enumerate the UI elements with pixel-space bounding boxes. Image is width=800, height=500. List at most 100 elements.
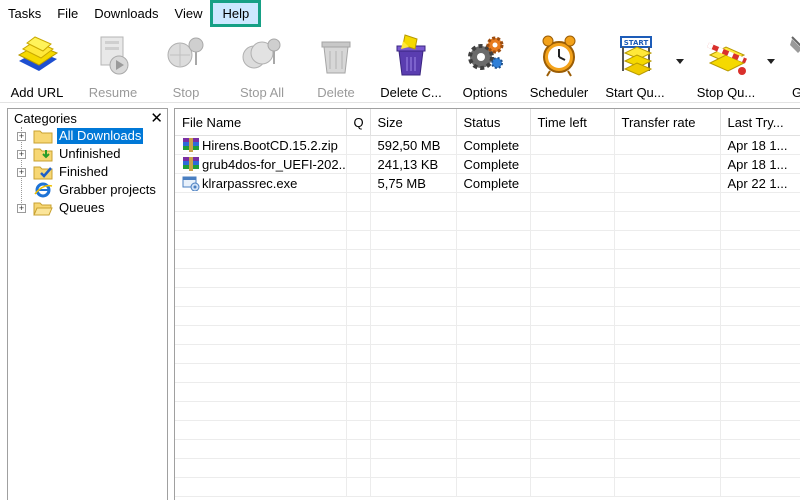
empty-row: [175, 363, 800, 383]
empty-cell: [346, 230, 371, 250]
empty-cell: [614, 420, 721, 440]
options-button[interactable]: Options: [455, 27, 515, 102]
table-row[interactable]: Hirens.BootCD.15.2.zip 592,50 MB Complet…: [175, 135, 800, 155]
empty-cell: [720, 363, 800, 383]
stop-button[interactable]: Stop: [157, 27, 215, 102]
tree-item-queues[interactable]: + Queues: [8, 199, 167, 217]
tree-item-unfinished[interactable]: + Unfinished: [8, 145, 167, 163]
grabber-button[interactable]: G: [782, 27, 800, 102]
stop-queue-dropdown-arrow[interactable]: [767, 59, 775, 64]
empty-cell: [530, 268, 615, 288]
status-cell: Complete: [456, 154, 531, 174]
folder-check-icon: [33, 166, 53, 180]
empty-cell: [346, 439, 371, 459]
empty-cell: [370, 477, 457, 497]
time-left-cell: [530, 173, 615, 193]
tree-item-finished[interactable]: + Finished: [8, 163, 167, 181]
add-url-button[interactable]: Add URL: [6, 27, 68, 102]
last-try-cell: Apr 18 1...: [720, 154, 800, 174]
menu-file[interactable]: File: [49, 0, 86, 27]
table-header-row: File Name Q Size Status Time left Transf…: [175, 109, 800, 136]
stop-queue-button[interactable]: Stop Qu...: [692, 27, 760, 102]
empty-cell: [346, 306, 371, 326]
empty-cell: [175, 477, 347, 497]
empty-cell: [370, 382, 457, 402]
empty-cell: [456, 306, 531, 326]
size-cell: 592,50 MB: [370, 135, 457, 155]
resume-button[interactable]: Resume: [85, 27, 141, 102]
delete-button[interactable]: Delete: [310, 27, 362, 102]
close-icon[interactable]: ✕: [150, 111, 163, 126]
size-cell: 5,75 MB: [370, 173, 457, 193]
stop-all-label: Stop All: [239, 85, 285, 100]
menu-view[interactable]: View: [167, 0, 211, 27]
tree-item-all-downloads[interactable]: + All Downloads: [8, 127, 167, 145]
table-row[interactable]: grub4dos-for_UEFI-202... 241,13 KB Compl…: [175, 154, 800, 174]
empty-cell: [720, 211, 800, 231]
empty-cell: [175, 344, 347, 364]
empty-cell: [346, 268, 371, 288]
empty-cell: [346, 344, 371, 364]
status-cell: Complete: [456, 173, 531, 193]
empty-cell: [720, 401, 800, 421]
last-try-cell: Apr 22 1...: [720, 173, 800, 193]
empty-cell: [370, 401, 457, 421]
menu-help[interactable]: Help: [210, 0, 262, 27]
menu-tasks[interactable]: Tasks: [0, 0, 49, 27]
empty-cell: [720, 477, 800, 497]
empty-cell: [370, 249, 457, 269]
empty-cell: [175, 211, 347, 231]
transfer-rate-cell: [614, 135, 721, 155]
resume-icon: [100, 36, 129, 75]
delete-completed-button[interactable]: Delete C...: [376, 27, 446, 102]
scheduler-button[interactable]: Scheduler: [525, 27, 593, 102]
categories-panel: Categories ✕ + All Downloads + Unfinishe…: [7, 108, 168, 500]
stop-queue-label: Stop Qu...: [696, 85, 756, 100]
table-row[interactable]: klrarpassrec.exe 5,75 MB Complete Apr 22…: [175, 173, 800, 193]
empty-row: [175, 420, 800, 440]
column-header-size[interactable]: Size: [370, 109, 457, 136]
last-try-cell: Apr 18 1...: [720, 135, 800, 155]
menu-bar: Tasks File Downloads View Help: [0, 0, 800, 27]
empty-cell: [614, 363, 721, 383]
expand-icon[interactable]: +: [17, 167, 26, 177]
empty-cell: [456, 363, 531, 383]
empty-cell: [720, 268, 800, 288]
column-header-time-left[interactable]: Time left: [530, 109, 615, 136]
start-sign-text: START: [624, 39, 649, 47]
ie-icon: [34, 182, 53, 198]
empty-cell: [346, 325, 371, 345]
column-header-file-name[interactable]: File Name: [175, 109, 347, 136]
start-queue-dropdown-arrow[interactable]: [676, 59, 684, 64]
empty-row: [175, 268, 800, 288]
empty-row: [175, 192, 800, 212]
empty-cell: [370, 268, 457, 288]
column-header-status[interactable]: Status: [456, 109, 531, 136]
empty-cell: [370, 420, 457, 440]
empty-cell: [456, 249, 531, 269]
empty-cell: [370, 192, 457, 212]
empty-cell: [346, 249, 371, 269]
file-name-cell: klrarpassrec.exe: [175, 173, 347, 193]
expand-icon[interactable]: +: [17, 149, 26, 159]
column-header-last-try[interactable]: Last Try...: [720, 109, 800, 136]
stop-all-button[interactable]: Stop All: [231, 27, 293, 102]
expand-icon[interactable]: +: [17, 203, 26, 213]
queue-cell: [346, 135, 371, 155]
tree-item-grabber-projects[interactable]: Grabber projects: [8, 181, 167, 199]
empty-cell: [175, 325, 347, 345]
empty-cell: [370, 211, 457, 231]
column-header-transfer-rate[interactable]: Transfer rate: [614, 109, 721, 136]
start-queue-button[interactable]: START Start Qu...: [601, 27, 669, 102]
empty-cell: [456, 477, 531, 497]
time-left-cell: [530, 154, 615, 174]
empty-cell: [175, 306, 347, 326]
empty-cell: [370, 230, 457, 250]
empty-cell: [530, 458, 615, 478]
empty-cell: [370, 344, 457, 364]
menu-downloads[interactable]: Downloads: [86, 0, 166, 27]
file-name-cell: grub4dos-for_UEFI-202...: [175, 154, 347, 174]
column-header-q[interactable]: Q: [346, 109, 371, 136]
empty-cell: [456, 268, 531, 288]
expand-icon[interactable]: +: [17, 131, 26, 141]
